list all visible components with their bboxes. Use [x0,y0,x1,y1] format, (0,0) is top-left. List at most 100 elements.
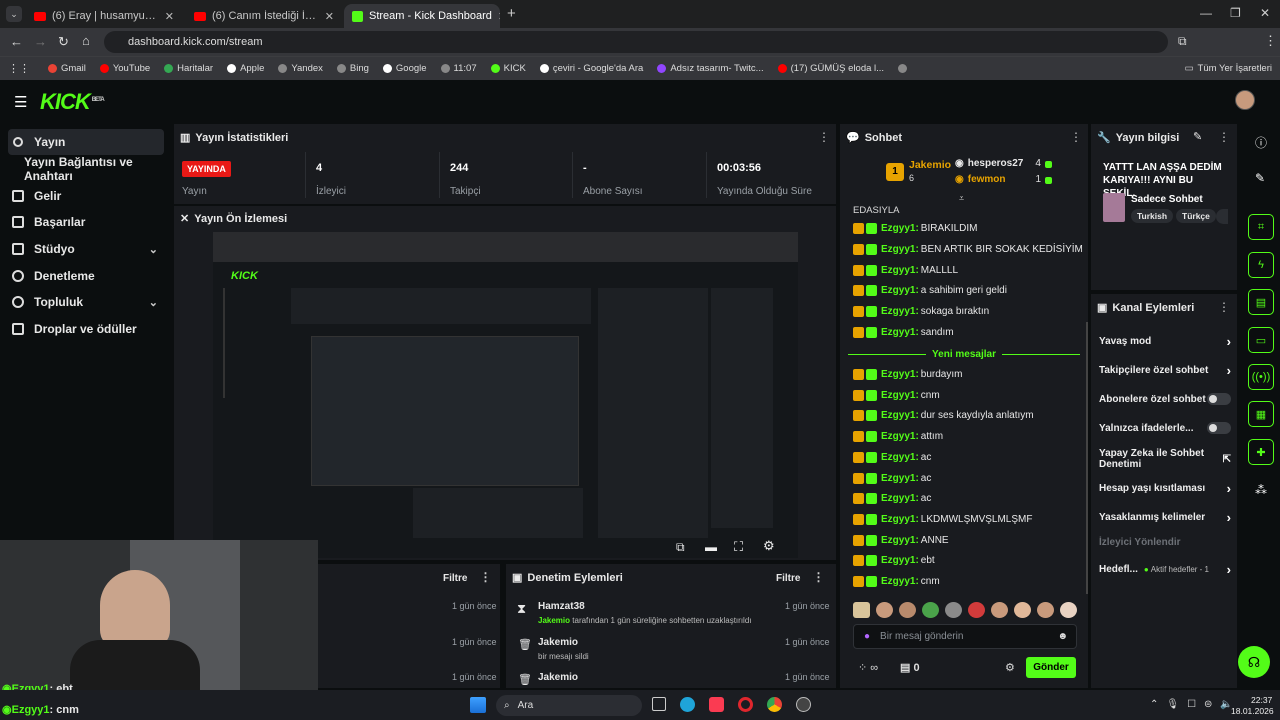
chat-username[interactable]: Ezgyy1: [881,390,919,401]
kick-logo[interactable]: KICK BETA [40,89,105,115]
chat-username[interactable]: Ezgyy1: [881,265,919,276]
apps-icon[interactable]: ⋮⋮ [8,62,30,75]
mod-menu-icon[interactable]: ⋮ [812,570,824,584]
chat-username[interactable]: Ezgyy1: [881,576,919,587]
chat-username[interactable]: Ezgyy1: [881,493,919,504]
emote-icon[interactable] [1037,602,1054,618]
lightning-icon[interactable]: ϟ [1248,252,1274,278]
windows-start-icon[interactable] [470,697,486,713]
emotes-only-toggle[interactable] [1207,422,1231,434]
chat-username[interactable]: Ezgyy1: [881,514,919,525]
extensions-icon[interactable]: ⧉ [1178,34,1187,49]
browser-tab[interactable]: (6) Canım İstediği İçin Aldıklarım ✕ [186,4,342,28]
bookmark-item[interactable]: Haritalar [164,63,213,74]
forward-icon[interactable]: → [34,34,47,49]
hamburger-menu-icon[interactable]: ☰ [14,93,27,111]
slow-mode-row[interactable]: Yavaş mod › [1099,334,1231,349]
chat-message[interactable]: Ezgyy1: sokaga bıraktın [853,306,989,318]
chat-message[interactable]: Ezgyy1: ac [853,451,931,463]
chat-username[interactable]: Ezgyy1: [881,473,919,484]
all-bookmarks[interactable]: ▭ Tüm Yer İşaretleri [1185,63,1272,74]
chat-message[interactable]: Ezgyy1: burdayım [853,369,962,380]
info-icon[interactable]: ⓘ [1255,134,1267,151]
chat-message[interactable]: Ezgyy1: sandım [853,327,954,338]
chat-username[interactable]: Ezgyy1: [881,223,919,234]
bookmark-item[interactable]: 11:07 [440,63,477,74]
emote-icon[interactable] [1060,602,1077,618]
bookmark-item[interactable]: Google [382,63,427,74]
fullscreen-icon[interactable]: ⛶ [734,539,743,555]
chat-message[interactable]: Ezgyy1: ac [853,472,931,484]
taskbar-search[interactable]: ⌕ Ara [496,695,642,716]
emote-icon[interactable] [922,602,939,618]
chat-message[interactable]: Ezgyy1: cnm [853,389,940,401]
expand-gifters-icon[interactable]: ⩡ [959,193,964,204]
bookmark-item[interactable]: YouTube [99,63,150,74]
chat-bubble-icon[interactable]: ▭ [1248,327,1274,353]
chat-username[interactable]: Ezgyy1: [881,452,919,463]
sidebar-item-stream-key[interactable]: Yayın Bağlantısı ve Anahtarı [8,155,164,183]
bookmark-item[interactable] [898,64,908,73]
browser-tab-active[interactable]: Stream - Kick Dashboard ✕ [344,4,500,28]
bookmark-item[interactable]: Yandex [278,63,323,74]
reload-icon[interactable]: ↻ [58,34,69,50]
close-icon[interactable]: ✕ [325,10,334,23]
chrome-icon[interactable] [767,697,782,712]
emoji-icon[interactable]: ☻ [1057,631,1068,642]
steam-icon[interactable] [796,697,811,712]
maximize-button[interactable]: ❐ [1230,6,1241,20]
chat-message[interactable]: Ezgyy1: ac [853,493,931,505]
close-window-button[interactable]: ✕ [1260,6,1270,20]
account-age-row[interactable]: Hesap yaşı kısıtlaması › [1099,481,1231,496]
stream-preview-video[interactable]: KICK [213,232,798,558]
edge-icon[interactable] [680,697,695,712]
menu-icon[interactable]: ⋮ [1264,33,1277,49]
emotes-only-row[interactable]: Yalnızca ifadelerle... [1099,422,1231,434]
ai-moderation-row[interactable]: Yapay Zeka ile Sohbet Denetimi ⇱ [1099,448,1231,470]
preview-theater-icon[interactable]: ▬ [705,540,717,554]
bookmark-item[interactable]: Apple [227,63,264,74]
sidebar-item-studyo[interactable]: Stüdyo ⌄ [8,236,164,262]
sidebar-item-denetleme[interactable]: Denetleme [8,263,164,289]
emote-icon[interactable] [876,602,893,618]
channel-menu-icon[interactable]: ⋮ [1218,300,1230,314]
bookmark-item[interactable]: (17) GÜMÜŞ eloda l... [777,63,884,74]
chat-username[interactable]: Ezgyy1: [881,369,919,380]
document-icon[interactable]: ▤ [1248,289,1274,315]
minimize-button[interactable]: — [1200,6,1212,20]
chat-username[interactable]: Ezgyy1: [881,244,919,255]
browser-tab[interactable]: (6) Eray | husamyuyu yayın yakı ✕ [26,4,182,28]
clip-icon[interactable]: ⌗ [1248,214,1274,240]
back-icon[interactable]: ← [10,34,23,49]
new-tab-button[interactable]: + [507,5,516,22]
music-app-icon[interactable] [709,697,724,712]
send-button[interactable]: Gönder [1026,657,1076,678]
log-filter-button[interactable]: Filtre ⋮ [443,570,491,584]
chat-username[interactable]: Ezgyy1: [881,535,919,546]
chat-username[interactable]: Ezgyy1: [881,555,919,566]
task-view-icon[interactable] [652,697,666,711]
close-icon[interactable]: ✕ [498,10,500,23]
chat-message[interactable]: Ezgyy1: a sahibim geri geldi [853,285,1007,297]
mod-filter-button[interactable]: Filtre ⋮ [776,570,824,584]
chat-username[interactable]: Ezgyy1: [881,431,919,442]
sidebar-item-topluluk[interactable]: Topluluk ⌄ [8,289,164,315]
bookmark-item[interactable]: KICK [490,63,526,74]
chat-menu-icon[interactable]: ⋮ [1070,130,1082,144]
bookmark-item[interactable]: çeviri - Google'da Ara [539,63,643,74]
home-icon[interactable]: ⌂ [82,33,90,48]
chat-message[interactable]: Ezgyy1: BIRAKILDIM [853,223,977,234]
chat-username[interactable]: Ezgyy1: [881,306,919,317]
sidebar-item-gelir[interactable]: Gelir [8,183,164,209]
chat-message[interactable]: Ezgyy1: dur ses kaydıyla anlatıym [853,410,1034,422]
chat-message[interactable]: Ezgyy1: ebt [853,555,935,567]
layout-icon[interactable]: ▦ [1248,401,1274,427]
broadcast-icon[interactable]: ((•)) [1248,364,1274,390]
chat-username[interactable]: Ezgyy1: [881,410,919,421]
subscribers-only-row[interactable]: Abonelere özel sohbet [1099,393,1231,405]
info-menu-icon[interactable]: ⋮ [1218,130,1230,144]
bookmark-item[interactable]: Gmail [48,63,86,74]
emote-icon[interactable] [899,602,916,618]
chat-message[interactable]: Ezgyy1: MALLLL [853,264,958,276]
chat-scrollbar[interactable] [1086,322,1088,594]
